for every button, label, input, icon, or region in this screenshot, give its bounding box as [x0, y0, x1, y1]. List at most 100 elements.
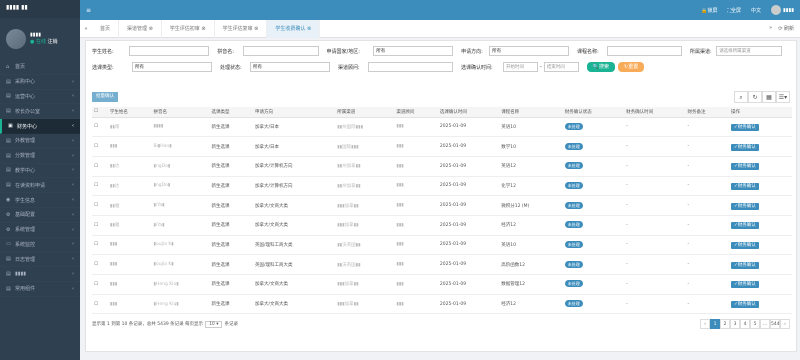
- finance-confirm-button[interactable]: ✓财务确认: [731, 261, 759, 269]
- logout-link[interactable]: 注销: [48, 39, 58, 45]
- end-date-input[interactable]: 结束时间: [543, 62, 579, 72]
- sidebar-item-6[interactable]: ▤ 分数管理 ‹: [0, 149, 80, 164]
- column-header[interactable]: 渠道顾问: [394, 107, 438, 118]
- finance-confirm-button[interactable]: ✓财务确认: [731, 281, 759, 289]
- finance-confirm-button[interactable]: ✓财务确认: [731, 222, 759, 230]
- finance-confirm-button[interactable]: ✓财务确认: [731, 182, 759, 190]
- select-all-checkbox[interactable]: ☐: [92, 107, 108, 118]
- finance-confirm-button[interactable]: ✓财务确认: [731, 143, 759, 151]
- table-cell: ▮▮雅: [109, 203, 120, 209]
- folder-icon: ▤: [6, 285, 11, 292]
- record-summary: 显示第 1 到第 10 条记录，总共 5439 条记录 每页显示: [92, 322, 204, 327]
- sidebar-item-0[interactable]: ⌂ 首页: [0, 60, 80, 75]
- row-checkbox[interactable]: ☐: [92, 274, 108, 295]
- sidebar-item-10[interactable]: ⚙ 基础配置 ‹: [0, 208, 80, 223]
- batch-confirm-button[interactable]: 批量确认: [92, 92, 118, 102]
- sidebar-item-9[interactable]: ◉ 学生信息 ‹: [0, 193, 80, 208]
- page-link[interactable]: ‹: [700, 319, 710, 329]
- refresh-icon[interactable]: ↻: [748, 91, 762, 103]
- tab-3[interactable]: 学生评估复审 ⊗: [215, 19, 268, 38]
- language-switch[interactable]: 中文: [751, 7, 761, 14]
- page-size-select[interactable]: 10 ▾: [205, 320, 223, 328]
- fullscreen-button[interactable]: ⛶全屏: [727, 7, 741, 14]
- column-header[interactable]: 财务备注: [685, 107, 729, 118]
- tab-next-icon[interactable]: »: [769, 25, 772, 32]
- tab-4[interactable]: 学生收费确认 ⊗: [267, 19, 321, 38]
- direction-select[interactable]: 所有: [489, 46, 569, 56]
- row-checkbox[interactable]: ☐: [92, 136, 108, 157]
- row-checkbox[interactable]: ☐: [92, 176, 108, 197]
- tab-2[interactable]: 学生评估初审 ⊗: [162, 19, 215, 38]
- page-link[interactable]: 2: [720, 319, 730, 329]
- tab-prev-icon[interactable]: «: [80, 26, 92, 32]
- search-button[interactable]: 🔍搜索: [586, 62, 616, 72]
- start-date-input[interactable]: 开始时间: [503, 62, 538, 72]
- table-cell: -: [687, 163, 690, 169]
- finance-confirm-button[interactable]: ✓财务确认: [731, 241, 759, 249]
- row-checkbox[interactable]: ☐: [92, 117, 108, 138]
- sidebar-item-7[interactable]: ▤ 教学中心 ‹: [0, 164, 80, 179]
- sidebar-item-8[interactable]: ▤ 在读资料申请 ‹: [0, 178, 80, 193]
- sidebar-item-11[interactable]: ⚙ 系统管理 ‹: [0, 223, 80, 238]
- finance-confirm-button[interactable]: ✓财务确认: [731, 301, 759, 309]
- column-header[interactable]: 所属渠道: [335, 107, 395, 118]
- page-link[interactable]: 1: [710, 319, 720, 329]
- column-header[interactable]: 申请方向: [253, 107, 336, 118]
- export-icon[interactable]: ☰▾: [776, 91, 790, 103]
- status-select[interactable]: 所有: [250, 62, 330, 72]
- page-link[interactable]: ...: [760, 319, 770, 329]
- page-link[interactable]: 544: [770, 319, 780, 329]
- tab-1[interactable]: 渠道管理 ⊗: [119, 19, 162, 38]
- tab-0[interactable]: 首页: [92, 19, 120, 38]
- chevron-icon: ‹: [72, 285, 74, 292]
- row-checkbox[interactable]: ☐: [92, 294, 108, 315]
- page-link[interactable]: 4: [740, 319, 750, 329]
- row-checkbox[interactable]: ☐: [92, 156, 108, 177]
- sidebar-item-15[interactable]: ▤ 常用组件 ‹: [0, 282, 80, 297]
- refresh-button[interactable]: ⟳ 刷新: [778, 25, 794, 32]
- column-header[interactable]: 学生姓名: [107, 107, 152, 118]
- course-name-input[interactable]: [606, 46, 683, 56]
- column-header[interactable]: 选课确认时间: [437, 107, 500, 118]
- sidebar-item-1[interactable]: ▤ 采购中心 ‹: [0, 75, 80, 90]
- sidebar-item-14[interactable]: ▤ ▮▮▮▮ ‹: [0, 267, 80, 282]
- sidebar-item-12[interactable]: ▭ 系统监控 ‹: [0, 238, 80, 253]
- course-type-select[interactable]: 所有: [132, 62, 212, 72]
- page-link[interactable]: ›: [780, 319, 790, 329]
- sidebar-item-3[interactable]: ▤ 校长办公室 ‹: [0, 104, 80, 119]
- student-name-input[interactable]: [129, 46, 210, 56]
- row-checkbox[interactable]: ☐: [92, 235, 108, 256]
- column-header[interactable]: 选课类型: [209, 107, 254, 118]
- sidebar-item-2[interactable]: ▤ 运营中心 ‹: [0, 90, 80, 105]
- sidebar-item-13[interactable]: ▤ 日志管理 ‹: [0, 252, 80, 267]
- money-icon: ▣: [8, 123, 13, 130]
- finance-confirm-button[interactable]: ✓财务确认: [731, 123, 759, 131]
- lock-screen-button[interactable]: 🔒锁屏: [701, 7, 717, 14]
- page-link[interactable]: 3: [730, 319, 740, 329]
- row-checkbox[interactable]: ☐: [92, 195, 108, 216]
- user-menu[interactable]: ▮▮▮▮: [770, 5, 794, 15]
- column-header[interactable]: 财务确认时间: [624, 107, 686, 118]
- search-icon[interactable]: ⌕: [734, 91, 748, 103]
- row-checkbox[interactable]: ☐: [92, 254, 108, 275]
- page-link[interactable]: 5: [750, 319, 760, 329]
- column-header[interactable]: 操作: [729, 107, 792, 118]
- avatar[interactable]: [6, 29, 26, 49]
- pinyin-input[interactable]: [243, 46, 319, 56]
- sidebar-item-4[interactable]: ▣ 财务中心 ‹: [0, 119, 80, 134]
- reset-button[interactable]: ↻重置: [618, 62, 645, 72]
- row-checkbox[interactable]: ☐: [92, 215, 108, 236]
- column-header[interactable]: 拼音名: [151, 107, 210, 118]
- sidebar-item-5[interactable]: ▤ 外教管理 ‹: [0, 134, 80, 149]
- consultant-input[interactable]: [368, 62, 453, 72]
- finance-confirm-button[interactable]: ✓财务确认: [731, 202, 759, 210]
- finance-confirm-button[interactable]: ✓财务确认: [731, 163, 759, 171]
- column-header[interactable]: 课程名称: [499, 107, 563, 118]
- menu-toggle-icon[interactable]: ≡: [86, 7, 91, 14]
- folder-icon: ▤: [6, 93, 11, 100]
- country-select[interactable]: 所有: [373, 46, 454, 56]
- column-header[interactable]: 财务确认状态: [562, 107, 625, 118]
- channel-select[interactable]: 请选择所属渠道: [716, 46, 782, 56]
- table-row: ☐ ▮▮达 ▮ngDo▮ 新生选课 加拿大/计算机方向 ▮▮州加拿▮▮ ▮▮▮ 2025-01…: [92, 176, 792, 197]
- columns-icon[interactable]: ▦: [762, 91, 776, 103]
